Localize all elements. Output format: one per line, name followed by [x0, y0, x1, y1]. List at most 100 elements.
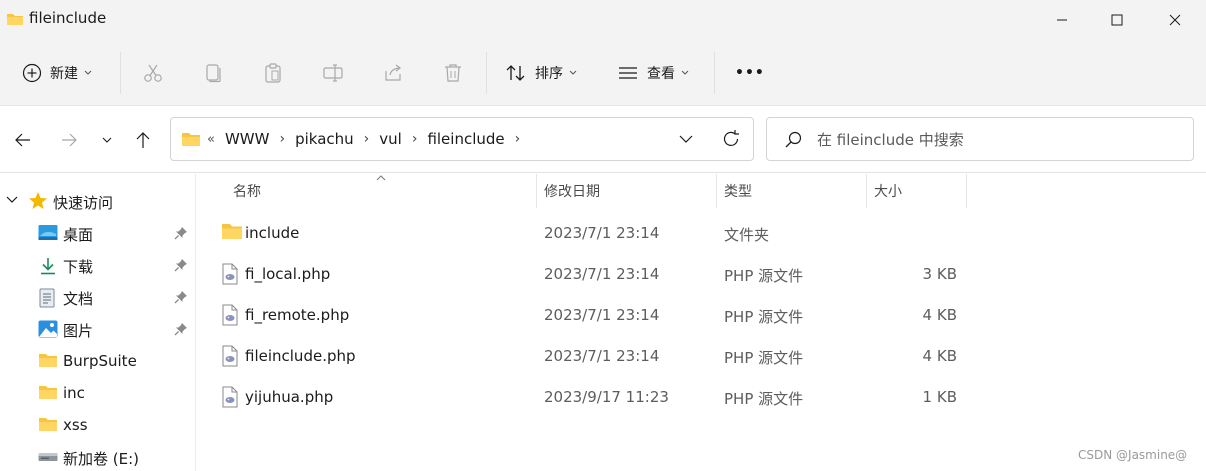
file-row[interactable]: fi_local.php 2023/7/1 23:14 PHP 源文件 3 KB — [197, 254, 1206, 295]
breadcrumb-item[interactable]: fileinclude — [427, 130, 504, 148]
title-bar: fileinclude — [0, 0, 1206, 42]
file-size: 4 KB — [922, 347, 957, 365]
chevron-right-icon[interactable]: › — [364, 131, 370, 147]
file-row[interactable]: fi_remote.php 2023/7/1 23:14 PHP 源文件 4 K… — [197, 295, 1206, 336]
sidebar-item-documents[interactable]: 文档 — [0, 282, 196, 312]
column-header-label: 大小 — [874, 184, 902, 200]
more-options-button[interactable]: ••• — [735, 56, 765, 90]
column-header-size[interactable]: 大小 — [874, 174, 902, 208]
sidebar-item-label: 桌面 — [63, 226, 94, 244]
pin-icon — [174, 290, 188, 308]
file-row[interactable]: fileinclude.php 2023/7/1 23:14 PHP 源文件 4… — [197, 336, 1206, 377]
address-bar[interactable]: « WWW › pikachu › vul › fileinclude › — [170, 117, 754, 161]
arrow-right-icon — [62, 133, 77, 147]
new-button[interactable]: 新建 — [22, 56, 92, 90]
arrow-up-icon — [136, 132, 150, 148]
refresh-button[interactable] — [720, 128, 742, 154]
sidebar-item-label: 快速访问 — [53, 194, 114, 212]
column-divider[interactable] — [536, 174, 537, 208]
sidebar-item-pictures[interactable]: 图片 — [0, 314, 196, 344]
toolbar-divider — [714, 52, 715, 94]
chevron-right-icon[interactable]: › — [279, 131, 285, 147]
php-file-icon — [221, 386, 239, 412]
sort-button[interactable]: 排序 — [505, 56, 577, 90]
file-size: 3 KB — [922, 265, 957, 283]
rename-button[interactable] — [322, 56, 344, 90]
download-icon — [38, 256, 58, 280]
breadcrumb-item[interactable]: vul — [379, 130, 402, 148]
file-type: PHP 源文件 — [724, 267, 804, 285]
folder-icon — [6, 11, 24, 31]
search-box[interactable] — [766, 117, 1194, 161]
file-row[interactable]: include 2023/7/1 23:14 文件夹 — [197, 213, 1206, 254]
breadcrumb-item[interactable]: pikachu — [295, 130, 354, 148]
column-divider[interactable] — [966, 174, 967, 208]
chevron-right-icon[interactable]: › — [412, 131, 418, 147]
close-icon — [1169, 14, 1181, 26]
file-name: include — [245, 224, 300, 242]
sidebar-item-quick-access[interactable]: 快速访问 — [0, 186, 196, 216]
up-button[interactable] — [130, 127, 156, 153]
sidebar-item-downloads[interactable]: 下载 — [0, 250, 196, 280]
arrow-left-icon — [15, 133, 30, 147]
search-input[interactable] — [817, 129, 1177, 151]
navigation-pane: 快速访问 桌面 下载 文档 图片 BurpSuite inc xss 新加卷 (… — [0, 174, 196, 471]
back-button[interactable] — [10, 127, 36, 153]
minimize-button[interactable] — [1037, 0, 1087, 40]
copy-button[interactable] — [202, 56, 224, 90]
sidebar-item-desktop[interactable]: 桌面 — [0, 218, 196, 248]
file-date: 2023/7/1 23:14 — [544, 265, 660, 283]
column-header-type[interactable]: 类型 — [724, 174, 752, 208]
copy-icon — [206, 64, 221, 83]
address-row: « WWW › pikachu › vul › fileinclude › — [0, 107, 1206, 173]
php-file-icon — [221, 263, 239, 289]
view-button[interactable]: 查看 — [617, 56, 689, 90]
address-history-button[interactable] — [677, 130, 695, 152]
sidebar-item-inc[interactable]: inc — [0, 378, 196, 408]
chevron-down-icon — [84, 70, 92, 75]
document-icon — [38, 288, 56, 312]
more-icon: ••• — [735, 65, 765, 81]
toolbar-divider — [120, 52, 121, 94]
search-icon — [783, 130, 803, 154]
php-file-icon — [221, 304, 239, 330]
recent-locations-button[interactable] — [94, 127, 120, 153]
chevron-down-icon — [679, 135, 693, 143]
sidebar-item-burpsuite[interactable]: BurpSuite — [0, 346, 196, 376]
column-divider[interactable] — [866, 174, 867, 208]
folder-icon — [181, 131, 201, 151]
file-row[interactable]: yijuhua.php 2023/9/17 11:23 PHP 源文件 1 KB — [197, 377, 1206, 418]
breadcrumb-item[interactable]: WWW — [225, 130, 270, 148]
breadcrumb: « WWW › pikachu › vul › fileinclude › — [207, 130, 530, 148]
sidebar-item-label: inc — [63, 384, 85, 402]
column-header-name[interactable]: 名称 — [233, 174, 261, 208]
column-divider[interactable] — [716, 174, 717, 208]
chevron-down-icon — [681, 70, 689, 75]
maximize-button[interactable] — [1092, 0, 1142, 40]
window-title: fileinclude — [29, 9, 107, 27]
sidebar-item-xss[interactable]: xss — [0, 410, 196, 440]
delete-button[interactable] — [442, 56, 464, 90]
sidebar-item-label: xss — [63, 416, 88, 434]
folder-icon — [221, 222, 243, 244]
column-header-date[interactable]: 修改日期 — [544, 174, 600, 208]
forward-button[interactable] — [56, 127, 82, 153]
sidebar-item-label: 下载 — [63, 258, 94, 276]
sidebar-item-drive-e[interactable]: 新加卷 (E:) — [0, 442, 196, 471]
file-list: 名称 修改日期 类型 大小 include 2023/7/1 23:14 文件夹… — [197, 174, 1206, 471]
picture-icon — [38, 320, 58, 342]
folder-icon — [38, 416, 58, 436]
paste-button[interactable] — [262, 56, 284, 90]
share-button[interactable] — [382, 56, 404, 90]
close-button[interactable] — [1150, 0, 1200, 40]
breadcrumb-overflow[interactable]: « — [207, 132, 215, 147]
chevron-right-icon[interactable]: › — [515, 131, 521, 147]
file-type: PHP 源文件 — [724, 349, 804, 367]
sidebar-item-label: 文档 — [63, 290, 94, 308]
chevron-down-icon — [6, 196, 18, 203]
clipboard-icon — [265, 63, 281, 83]
cut-button[interactable] — [142, 56, 164, 90]
view-button-label: 查看 — [647, 66, 675, 82]
file-name: fi_local.php — [245, 265, 331, 283]
sort-icon — [506, 65, 525, 81]
